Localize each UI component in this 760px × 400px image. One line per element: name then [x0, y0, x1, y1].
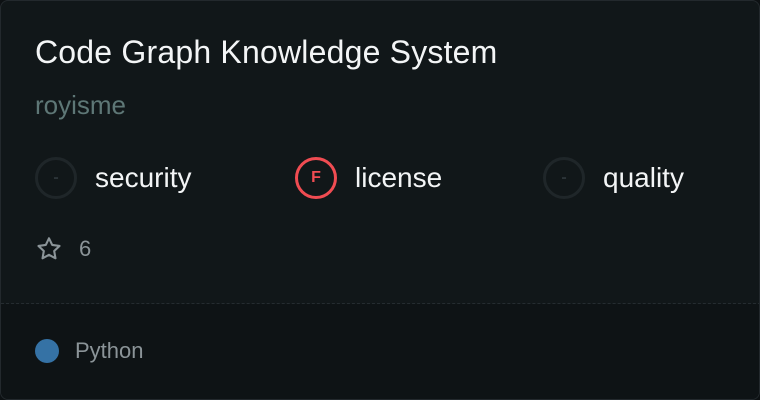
footer-divider [1, 303, 759, 304]
repo-title[interactable]: Code Graph Knowledge System [35, 34, 498, 71]
repo-owner[interactable]: royisme [35, 90, 126, 121]
star-count-value: 6 [79, 236, 92, 261]
badge-security: - security [35, 154, 191, 202]
badge-security-label: security [95, 162, 192, 193]
language-name: Python [75, 338, 144, 363]
language-color-dot [35, 339, 59, 363]
badge-license-label: license [355, 162, 443, 193]
license-grade-circle: F [295, 157, 337, 199]
star-outline-icon [37, 237, 61, 260]
badge-quality-label: quality [603, 162, 684, 193]
badge-quality: - quality [543, 154, 684, 202]
star-count: 6 [35, 234, 91, 264]
security-grade-circle: - [35, 157, 77, 199]
repo-card[interactable]: Code Graph Knowledge System royisme - se… [0, 0, 760, 400]
language-info: Python [35, 336, 144, 366]
quality-grade-circle: - [543, 157, 585, 199]
badge-license: F license [295, 154, 442, 202]
